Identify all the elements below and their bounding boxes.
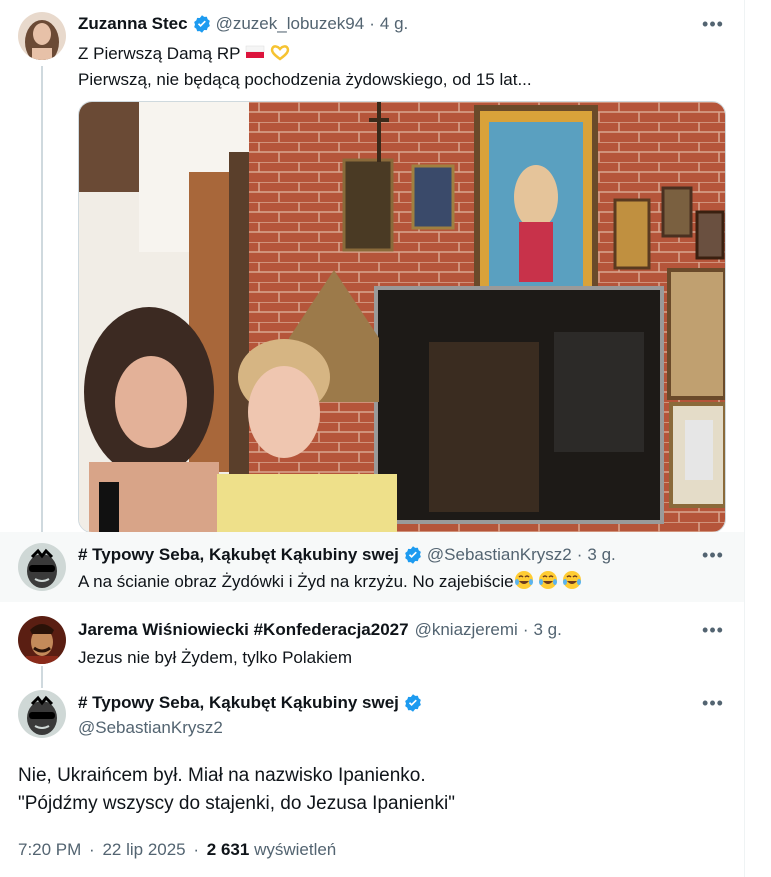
avatar-zuzanna[interactable] — [18, 12, 66, 60]
thread-line — [41, 666, 43, 688]
avatar-seba[interactable] — [18, 690, 66, 738]
tweet-time[interactable]: 3 g. — [587, 545, 615, 565]
more-icon[interactable]: ••• — [701, 691, 725, 715]
column-border — [744, 0, 745, 877]
views-label: wyświetleń — [254, 840, 337, 859]
tweet1-text: Z Pierwszą Damą RP — [78, 44, 241, 63]
separator-dot: · — [89, 840, 95, 859]
author-name[interactable]: # Typowy Seba, Kąkubęt Kąkubiny swej — [78, 545, 399, 565]
reply1-text: A na ścianie obraz Żydówki i Żyd na krzy… — [78, 570, 582, 594]
more-icon[interactable]: ••• — [701, 543, 725, 567]
main-tweet-line2: "Pójdźmy wszyscy do stajenki, do Jezusa … — [18, 793, 455, 814]
tweet1-text-line2: Pierwszą, nie będącą pochodzenia żydowsk… — [78, 70, 532, 89]
reply2-header: Jarema Wiśniowiecki #Konfederacja2027 @k… — [78, 618, 562, 642]
tweet-time[interactable]: 3 g. — [533, 620, 561, 640]
author-handle[interactable]: @zuzek_lobuzek94 — [216, 14, 365, 34]
tweet-photo[interactable] — [78, 101, 726, 533]
reply1-text-content: A na ścianie obraz Żydówki i Żyd na krzy… — [78, 572, 514, 591]
thread-line — [41, 66, 43, 536]
tears-of-joy-emoji — [562, 571, 581, 589]
tears-of-joy-emoji — [514, 571, 533, 589]
author-name[interactable]: Jarema Wiśniowiecki #Konfederacja2027 — [78, 620, 409, 640]
avatar-jarema[interactable] — [18, 616, 66, 664]
yellow-heart-hands-emoji — [270, 45, 289, 61]
more-icon[interactable]: ••• — [701, 12, 725, 36]
verified-badge-icon — [405, 694, 421, 712]
tweet1-header: Zuzanna Stec @zuzek_lobuzek94 · 4 g. — [78, 12, 408, 36]
main-tweet-header: # Typowy Seba, Kąkubęt Kąkubiny swej — [78, 691, 427, 715]
reply2-text: Jezus nie był Żydem, tylko Polakiem — [78, 648, 352, 667]
author-handle[interactable]: @SebastianKrysz2 — [427, 545, 572, 565]
main-tweet-meta: 7:20 PM · 22 lip 2025 · 2 631 wyświetleń — [18, 840, 336, 860]
main-tweet-line1: Nie, Ukraińcem był. Miał na nazwisko Ipa… — [18, 765, 426, 786]
author-handle[interactable]: @SebastianKrysz2 — [78, 718, 223, 738]
author-name[interactable]: Zuzanna Stec — [78, 14, 188, 34]
avatar-seba[interactable] — [18, 543, 66, 591]
verified-badge-icon — [405, 546, 421, 564]
tweet-timestamp[interactable]: 7:20 PM — [18, 840, 81, 859]
tweet1-text-line1: Z Pierwszą Damą RP — [78, 42, 290, 66]
verified-badge-icon — [193, 15, 210, 33]
tweet-time[interactable]: 4 g. — [380, 14, 408, 34]
tears-of-joy-emoji — [538, 571, 557, 589]
separator-dot: · — [576, 545, 583, 564]
main-tweet-handle-row: @SebastianKrysz2 — [78, 716, 223, 740]
views-count: 2 631 — [206, 840, 250, 859]
author-handle[interactable]: @kniazjeremi — [415, 620, 518, 640]
separator-dot: · — [369, 14, 375, 33]
tweet-date[interactable]: 22 lip 2025 — [102, 840, 185, 859]
more-icon[interactable]: ••• — [701, 618, 725, 642]
reply1-header: # Typowy Seba, Kąkubęt Kąkubiny swej @Se… — [78, 543, 616, 567]
separator-dot: · — [193, 840, 200, 859]
poland-flag-emoji — [245, 45, 265, 58]
separator-dot: · — [522, 620, 529, 639]
author-name[interactable]: # Typowy Seba, Kąkubęt Kąkubiny swej — [78, 693, 399, 713]
